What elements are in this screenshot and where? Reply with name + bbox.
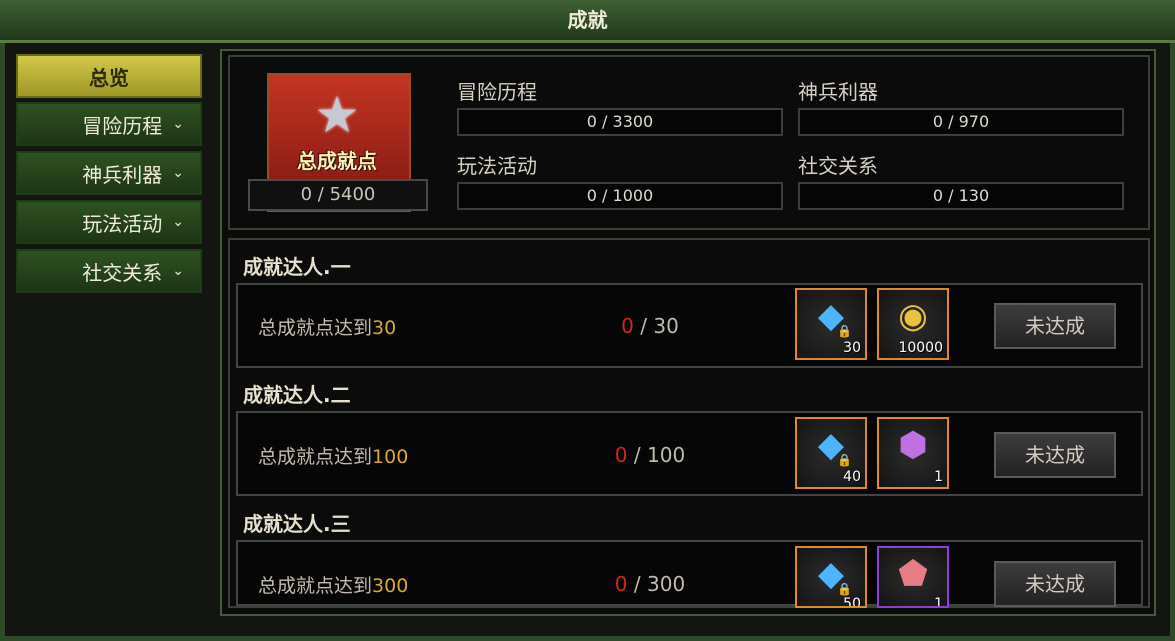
category-label: 社交关系 bbox=[798, 154, 878, 178]
badge-label: 总成就点 bbox=[297, 149, 377, 173]
achievement-title: 成就达人.二 bbox=[243, 383, 351, 407]
category-progress-bar: 0 / 1000 bbox=[457, 182, 783, 210]
achievement-progress: 0 / 300 bbox=[614, 572, 686, 596]
status-button[interactable]: 未达成 bbox=[994, 561, 1116, 607]
pink-crystal-icon: ⬟ bbox=[898, 554, 928, 594]
lock-icon: 🔒 bbox=[837, 324, 852, 338]
achievement-condition: 总成就点达到100 bbox=[258, 446, 409, 468]
category-label: 神兵利器 bbox=[798, 80, 878, 104]
reward-slot[interactable]: ◉ 10000 bbox=[877, 288, 949, 360]
chevron-down-icon: ⌄ bbox=[172, 116, 184, 132]
reward-slot[interactable]: ◆ 🔒 50 bbox=[795, 546, 867, 608]
category-progress-bar: 0 / 130 bbox=[798, 182, 1124, 210]
sidebar-item-weapons[interactable]: 神兵利器 ⌄ bbox=[16, 151, 202, 195]
purple-ore-icon: ⬢ bbox=[898, 425, 928, 465]
diamond-icon: ◆ bbox=[817, 554, 845, 594]
category-progress-bar: 0 / 970 bbox=[798, 108, 1124, 136]
sidebar-item-label: 神兵利器 bbox=[82, 162, 163, 187]
sidebar-item-label: 玩法活动 bbox=[82, 211, 163, 236]
achievement-condition: 总成就点达到30 bbox=[258, 317, 397, 339]
category-label: 冒险历程 bbox=[457, 80, 537, 104]
lock-icon: 🔒 bbox=[837, 582, 852, 596]
reward-slot[interactable]: ◆ 🔒 30 bbox=[795, 288, 867, 360]
sidebar-item-adventure[interactable]: 冒险历程 ⌄ bbox=[16, 102, 202, 146]
reward-slot[interactable]: ⬟ 1 bbox=[877, 546, 949, 608]
chevron-down-icon: ⌄ bbox=[172, 165, 184, 181]
reward-slot[interactable]: ◆ 🔒 40 bbox=[795, 417, 867, 489]
status-button[interactable]: 未达成 bbox=[994, 432, 1116, 478]
sidebar-item-activities[interactable]: 玩法活动 ⌄ bbox=[16, 200, 202, 244]
category-progress-bar: 0 / 3300 bbox=[457, 108, 783, 136]
window-title: 成就 bbox=[0, 0, 1175, 43]
sidebar-item-social[interactable]: 社交关系 ⌄ bbox=[16, 249, 202, 293]
sidebar-item-label: 社交关系 bbox=[82, 260, 163, 285]
category-label: 玩法活动 bbox=[457, 154, 537, 178]
chevron-down-icon: ⌄ bbox=[172, 263, 184, 279]
achievement-title: 成就达人.一 bbox=[243, 255, 351, 279]
achievement-progress: 0 / 30 bbox=[621, 314, 679, 338]
achievement-progress: 0 / 100 bbox=[614, 443, 686, 467]
achievement-title: 成就达人.三 bbox=[243, 512, 351, 536]
total-points-value: 0 / 5400 bbox=[248, 179, 428, 211]
achievement-condition: 总成就点达到300 bbox=[258, 575, 409, 597]
sidebar-item-label: 总览 bbox=[89, 65, 129, 90]
diamond-icon: ◆ bbox=[817, 296, 845, 336]
sidebar-item-label: 冒险历程 bbox=[82, 113, 163, 138]
star-emblem-icon: ★ bbox=[314, 86, 360, 144]
sidebar-item-overview[interactable]: 总览 bbox=[16, 54, 202, 98]
lock-icon: 🔒 bbox=[837, 453, 852, 467]
diamond-icon: ◆ bbox=[817, 425, 845, 465]
reward-slot[interactable]: ⬢ 1 bbox=[877, 417, 949, 489]
chevron-down-icon: ⌄ bbox=[172, 214, 184, 230]
status-button[interactable]: 未达成 bbox=[994, 303, 1116, 349]
gold-coins-icon: ◉ bbox=[898, 296, 928, 336]
